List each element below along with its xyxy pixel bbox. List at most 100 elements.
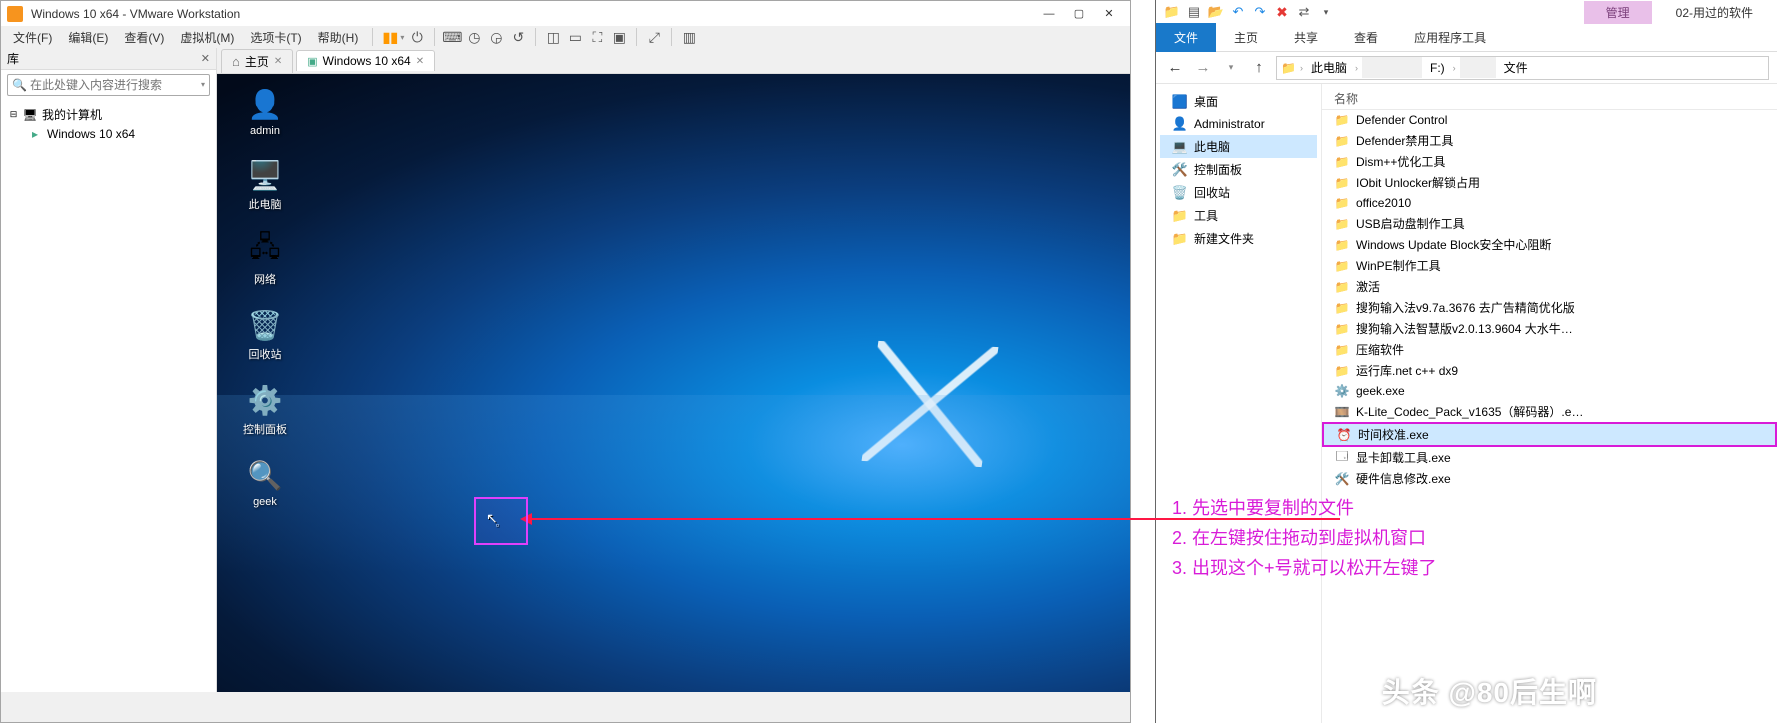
- nav-this-pc[interactable]: 💻此电脑: [1160, 135, 1317, 158]
- crumb-folder[interactable]: 文件: [1500, 57, 1532, 78]
- menu-file[interactable]: 文件(F): [7, 27, 58, 48]
- file-row[interactable]: 📁WinPE制作工具: [1322, 255, 1777, 276]
- file-row[interactable]: 📁IObit Unlocker解锁占用: [1322, 172, 1777, 193]
- nav-history-button[interactable]: ▾: [1220, 57, 1242, 79]
- file-row[interactable]: 📁office2010: [1322, 193, 1777, 213]
- tab-home-close[interactable]: ✕: [274, 56, 282, 67]
- snapshot-icon[interactable]: ◷: [465, 28, 483, 46]
- recycle-bin-icon[interactable]: 🗑️回收站: [235, 307, 295, 362]
- file-row[interactable]: 📁运行库.net c++ dx9: [1322, 360, 1777, 381]
- file-row[interactable]: 🛠️硬件信息修改.exe: [1322, 468, 1777, 489]
- nav-recycle-label: 回收站: [1194, 184, 1230, 201]
- nav-recycle[interactable]: 🗑️回收站: [1160, 181, 1317, 204]
- computer-icon: 🖥: [22, 108, 38, 122]
- geek-icon[interactable]: 🔍geek: [235, 457, 295, 508]
- redo-icon[interactable]: ↷: [1250, 2, 1270, 22]
- desktop-icons: 👤admin 🖥️此电脑 🖧网络 🗑️回收站 ⚙️控制面板 🔍geek: [235, 86, 295, 508]
- file-row[interactable]: 📁搜狗输入法v9.7a.3676 去广告精简优化版: [1322, 297, 1777, 318]
- toolbar-power-button[interactable]: ⏻: [408, 28, 426, 46]
- console-icon[interactable]: ▥: [680, 28, 698, 46]
- new-folder-icon[interactable]: 📂: [1206, 2, 1226, 22]
- list-header[interactable]: 名称: [1322, 88, 1777, 110]
- toolbar-pause-button[interactable]: ▮▮▾: [381, 28, 404, 46]
- view-mode-icon[interactable]: ◫: [544, 28, 562, 46]
- minimize-button[interactable]: —: [1034, 4, 1064, 24]
- stretch-icon[interactable]: ⤢: [645, 28, 663, 46]
- nav-forward-button[interactable]: →: [1192, 57, 1214, 79]
- nav-tools[interactable]: 📁工具: [1160, 204, 1317, 227]
- maximize-button[interactable]: ▢: [1064, 4, 1094, 24]
- file-row[interactable]: 📁Defender Control: [1322, 110, 1777, 130]
- delete-icon[interactable]: ✖: [1272, 2, 1292, 22]
- nav-new-folder[interactable]: 📁新建文件夹: [1160, 227, 1317, 250]
- admin-icon[interactable]: 👤admin: [235, 86, 295, 137]
- address-box[interactable]: 📁 › 此电脑 › F:) › 文件: [1276, 56, 1769, 80]
- file-row[interactable]: 🎞️K-Lite_Codec_Pack_v1635（解码器）.e…: [1322, 401, 1777, 422]
- fullscreen-icon[interactable]: ⛶: [588, 28, 606, 46]
- ribbon-tab-share[interactable]: 共享: [1276, 23, 1336, 52]
- file-name: K-Lite_Codec_Pack_v1635（解码器）.e…: [1356, 403, 1583, 420]
- menu-vm[interactable]: 虚拟机(M): [174, 27, 240, 48]
- ribbon-tab-home[interactable]: 主页: [1216, 23, 1276, 52]
- file-row[interactable]: 📁Defender禁用工具: [1322, 130, 1777, 151]
- library-search-input[interactable]: [7, 74, 210, 96]
- file-name: 时间校准.exe: [1358, 426, 1429, 443]
- file-row[interactable]: 📁压缩软件: [1322, 339, 1777, 360]
- annotation-step2: 2. 在左键按住拖动到虚拟机窗口: [1172, 524, 1426, 550]
- tab-home[interactable]: ⌂ 主页 ✕: [221, 49, 293, 73]
- file-row[interactable]: ⚙️geek.exe: [1322, 381, 1777, 401]
- rename-icon[interactable]: ⇄: [1294, 2, 1314, 22]
- control-panel-icon[interactable]: ⚙️控制面板: [235, 382, 295, 437]
- explorer-window: 📁 ▤ 📂 ↶ ↷ ✖ ⇄ ▾ 管理 02-用过的软件 文件 主页 共享 查看 …: [1155, 0, 1777, 723]
- multimon-icon[interactable]: ▣: [610, 28, 628, 46]
- library-close-button[interactable]: ✕: [201, 52, 210, 65]
- ribbon-tab-apptools[interactable]: 应用程序工具: [1396, 23, 1504, 52]
- unity-icon[interactable]: ▭: [566, 28, 584, 46]
- qat-dropdown-icon[interactable]: ▾: [1316, 2, 1336, 22]
- menu-edit[interactable]: 编辑(E): [62, 27, 114, 48]
- menu-help[interactable]: 帮助(H): [312, 27, 365, 48]
- nav-up-button[interactable]: ↑: [1248, 57, 1270, 79]
- revert-icon[interactable]: ↺: [509, 28, 527, 46]
- folder-icon[interactable]: 📁: [1162, 2, 1182, 22]
- network-icon[interactable]: 🖧网络: [235, 232, 295, 287]
- file-row[interactable]: ⏰时间校准.exe: [1322, 422, 1777, 447]
- file-row[interactable]: 📁Dism++优化工具: [1322, 151, 1777, 172]
- ribbon-tab-view[interactable]: 查看: [1336, 23, 1396, 52]
- crumb-this-pc[interactable]: 此电脑: [1307, 57, 1351, 78]
- tree-vm[interactable]: ▸ Windows 10 x64: [9, 125, 208, 143]
- snapshot-manager-icon[interactable]: ◶: [487, 28, 505, 46]
- context-tab-manage[interactable]: 管理: [1584, 1, 1652, 24]
- nav-administrator[interactable]: 👤Administrator: [1160, 113, 1317, 135]
- file-row[interactable]: 📁Windows Update Block安全中心阻断: [1322, 234, 1777, 255]
- file-name: Dism++优化工具: [1356, 153, 1445, 170]
- undo-icon[interactable]: ↶: [1228, 2, 1248, 22]
- search-dropdown-icon[interactable]: ▾: [201, 80, 205, 89]
- send-cad-icon[interactable]: ⌨: [443, 28, 461, 46]
- menu-view[interactable]: 查看(V): [118, 27, 170, 48]
- tree-root[interactable]: ⊟ 🖥 我的计算机: [9, 104, 208, 125]
- column-name[interactable]: 名称: [1334, 90, 1765, 107]
- file-row[interactable]: 📁搜狗输入法智慧版v2.0.13.9604 大水牛…: [1322, 318, 1777, 339]
- properties-icon[interactable]: ▤: [1184, 2, 1204, 22]
- file-row[interactable]: 🗔显卡卸载工具.exe: [1322, 447, 1777, 468]
- this-pc-icon[interactable]: 🖥️此电脑: [235, 157, 295, 212]
- nav-desktop[interactable]: 🟦桌面: [1160, 90, 1317, 113]
- admin-icon-label: admin: [250, 125, 280, 137]
- file-icon: 📁: [1334, 363, 1350, 379]
- menu-tabs[interactable]: 选项卡(T): [244, 27, 307, 48]
- nav-back-button[interactable]: ←: [1164, 57, 1186, 79]
- close-button[interactable]: ✕: [1094, 4, 1124, 24]
- crumb-drive[interactable]: F:): [1426, 59, 1449, 77]
- file-row[interactable]: 📁激活: [1322, 276, 1777, 297]
- vm-viewport[interactable]: 👤admin 🖥️此电脑 🖧网络 🗑️回收站 ⚙️控制面板 🔍geek: [217, 74, 1130, 692]
- ribbon-tab-file[interactable]: 文件: [1156, 23, 1216, 52]
- collapse-icon[interactable]: ⊟: [9, 109, 18, 120]
- tab-vm[interactable]: ▣ Windows 10 x64 ✕: [296, 50, 435, 71]
- file-name: 压缩软件: [1356, 341, 1404, 358]
- vmware-titlebar[interactable]: Windows 10 x64 - VMware Workstation — ▢ …: [1, 1, 1130, 26]
- tab-vm-close[interactable]: ✕: [416, 56, 424, 67]
- file-row[interactable]: 📁USB启动盘制作工具: [1322, 213, 1777, 234]
- nav-control-panel[interactable]: 🛠️控制面板: [1160, 158, 1317, 181]
- file-name: WinPE制作工具: [1356, 257, 1441, 274]
